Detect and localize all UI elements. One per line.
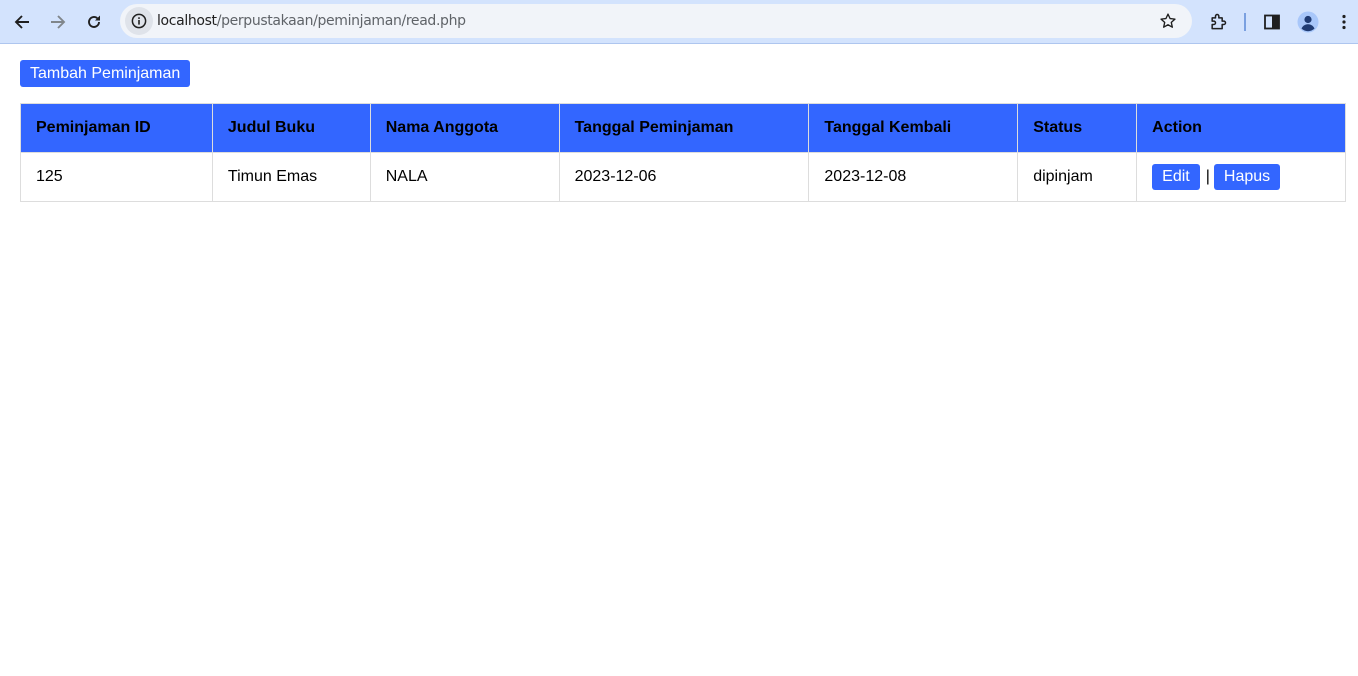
header-nama-anggota: Nama Anggota [369,103,560,153]
header-action: Action [1136,103,1346,153]
header-status: Status [1017,103,1138,153]
extensions-icon[interactable] [1202,6,1234,38]
url-path: /perpustakaan/peminjaman/read.php [216,13,466,29]
cell-judul-buku: Timun Emas [211,152,371,202]
table-row: 125 Timun Emas NALA 2023-12-06 2023-12-0… [20,152,1346,202]
forward-icon[interactable] [42,6,74,38]
add-loan-button[interactable]: Tambah Peminjaman [20,60,191,87]
cell-tanggal-kembali: 2023-12-08 [808,152,1019,202]
table-header-row: Peminjaman ID Judul Buku Nama Anggota Ta… [20,103,1346,153]
loans-table: Peminjaman ID Judul Buku Nama Anggota Ta… [20,103,1346,202]
edit-button[interactable]: Edit [1152,164,1200,190]
header-peminjaman-id: Peminjaman ID [20,103,213,153]
cell-status: dipinjam [1017,152,1138,202]
header-judul-buku: Judul Buku [211,103,371,153]
menu-icon[interactable] [1328,6,1358,38]
bookmark-star-icon[interactable] [1158,11,1178,31]
header-tanggal-kembali: Tanggal Kembali [808,103,1019,153]
side-panel-icon[interactable] [1256,6,1288,38]
header-tanggal-peminjaman: Tanggal Peminjaman [558,103,810,153]
reload-icon[interactable] [78,6,110,38]
url-host: localhost [157,13,217,29]
browser-toolbar: localhost/perpustakaan/peminjaman/read.p… [0,0,1358,44]
action-separator: | [1205,168,1210,185]
address-bar[interactable]: localhost/perpustakaan/peminjaman/read.p… [120,4,1192,38]
cell-tanggal-peminjaman: 2023-12-06 [558,152,810,202]
url-text[interactable]: localhost/perpustakaan/peminjaman/read.p… [157,13,466,29]
cell-nama-anggota: NALA [369,152,560,202]
back-icon[interactable] [6,6,38,38]
toolbar-divider [1244,13,1246,31]
cell-action: Edit | Hapus [1136,152,1346,202]
delete-button[interactable]: Hapus [1213,164,1281,190]
profile-icon[interactable] [1292,6,1324,38]
cell-peminjaman-id: 125 [20,152,213,202]
site-info-icon[interactable] [125,7,153,35]
